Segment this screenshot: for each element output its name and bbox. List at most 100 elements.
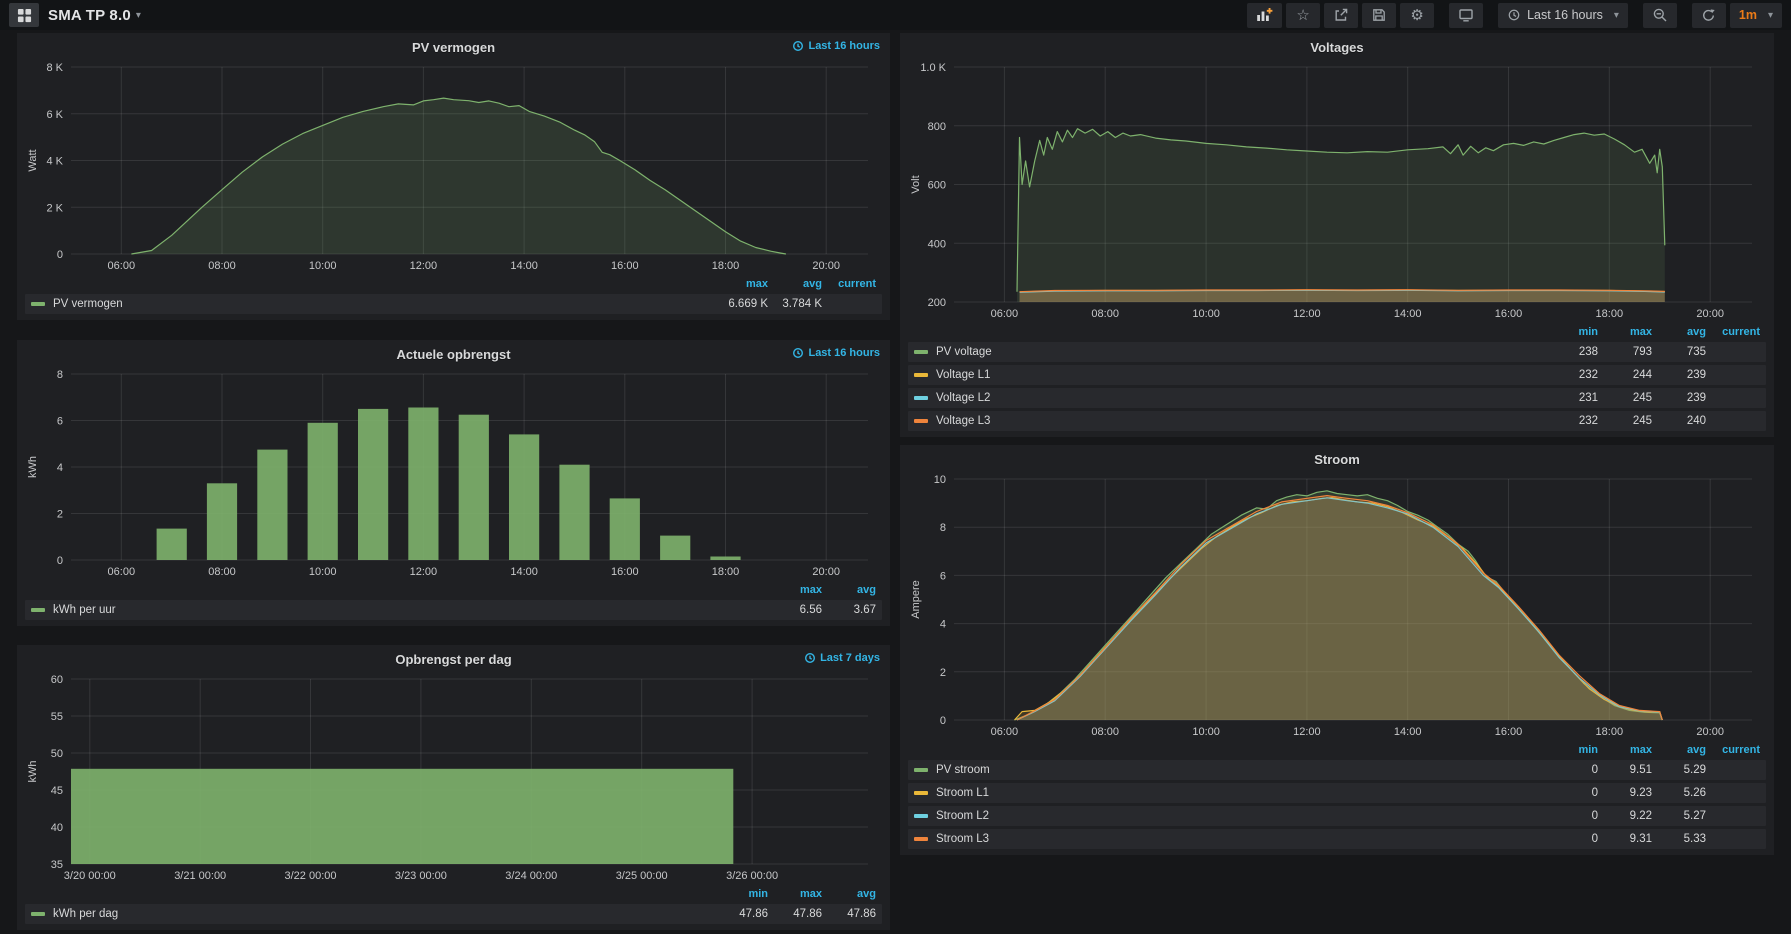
svg-text:18:00: 18:00 (1596, 308, 1624, 320)
series-name[interactable]: PV voltage (936, 346, 992, 358)
series-color-swatch[interactable] (914, 373, 928, 377)
svg-text:08:00: 08:00 (208, 566, 236, 578)
legend-value: 0 (1591, 810, 1598, 822)
series-name[interactable]: Voltage L2 (936, 392, 990, 404)
series-name[interactable]: kWh per uur (53, 604, 116, 616)
legend-sort-avg[interactable]: avg (822, 888, 876, 900)
svg-text:400: 400 (928, 238, 946, 250)
voltages-chart[interactable]: 200 400 600 800 1.0 K 06:00 08:00 10:00 12:00 14:… (908, 59, 1766, 322)
panel-time-override: Last 7 days (804, 652, 880, 664)
dashboard-settings-button[interactable]: ⚙ (1400, 2, 1435, 28)
svg-text:0: 0 (57, 555, 63, 567)
series-name[interactable]: Stroom L3 (936, 833, 989, 845)
panel-title[interactable]: Stroom (1314, 452, 1360, 467)
legend-value: 244 (1632, 369, 1652, 381)
svg-text:3/22 00:00: 3/22 00:00 (285, 870, 337, 882)
legend-value: 5.26 (1683, 787, 1706, 799)
legend-sort-min[interactable]: min (1544, 326, 1598, 338)
pv-vermogen-chart[interactable]: 0 2 K 4 K 6 K 8 K 06:00 08:00 10:00 12:00 14:00 16… (25, 59, 882, 274)
time-picker-button[interactable]: Last 16 hours ▾ (1498, 2, 1628, 28)
svg-text:Ampere: Ampere (910, 580, 922, 619)
panel-header: Voltages (908, 36, 1766, 59)
svg-text:18:00: 18:00 (712, 260, 740, 272)
save-dashboard-button[interactable] (1362, 2, 1397, 28)
series-color-swatch[interactable] (914, 837, 928, 841)
svg-text:20:00: 20:00 (1696, 308, 1724, 320)
legend-sort-avg[interactable]: avg (1652, 326, 1706, 338)
panel-pv-vermogen: PV vermogen Last 16 hours 02 K4 K6 K8 K0… (17, 33, 890, 320)
refresh-interval-label: 1m (1738, 8, 1757, 22)
series-color-swatch[interactable] (31, 912, 45, 916)
add-panel-button[interactable] (1247, 2, 1283, 28)
legend-sort-max[interactable]: max (1598, 744, 1652, 756)
series-name[interactable]: Voltage L3 (936, 415, 990, 427)
svg-text:06:00: 06:00 (108, 260, 136, 272)
refresh-button[interactable] (1691, 2, 1726, 28)
series-name[interactable]: PV vermogen (53, 298, 123, 310)
legend-sort-min[interactable]: min (1544, 744, 1598, 756)
legend-sort-max[interactable]: max (768, 888, 822, 900)
svg-text:3/24 00:00: 3/24 00:00 (505, 870, 557, 882)
legend-row: Voltage L1 232 244 239 (908, 365, 1766, 385)
series-color-swatch[interactable] (31, 608, 45, 612)
legend-value: 0 (1591, 787, 1598, 799)
panel-title[interactable]: Voltages (1310, 40, 1363, 55)
legend-sort-avg[interactable]: avg (1652, 744, 1706, 756)
legend-value: 245 (1632, 392, 1652, 404)
legend-sort-current[interactable]: current (1706, 744, 1760, 756)
svg-text:14:00: 14:00 (1394, 726, 1422, 738)
svg-text:18:00: 18:00 (1596, 726, 1624, 738)
series-color-swatch[interactable] (914, 350, 928, 354)
series-name[interactable]: Stroom L2 (936, 810, 989, 822)
gear-icon: ⚙ (1410, 6, 1424, 24)
legend-sort-max[interactable]: max (1598, 326, 1652, 338)
svg-text:Volt: Volt (910, 175, 922, 193)
actuele-opbrengst-chart[interactable]: 0 2 4 6 8 06:00 08:00 10:00 12:00 14:00 16:00 18:00… (25, 366, 882, 580)
panel-opbrengst-per-dag: Opbrengst per dag Last 7 days 35 40 45 50 55… (17, 645, 890, 930)
panel-title[interactable]: PV vermogen (412, 40, 495, 55)
svg-text:14:00: 14:00 (510, 260, 538, 272)
panel-title[interactable]: Opbrengst per dag (395, 652, 511, 667)
svg-text:12:00: 12:00 (410, 566, 438, 578)
legend-row: kWh per uur 6.56 3.67 (25, 600, 882, 620)
refresh-interval-dropdown[interactable]: 1m ▾ (1729, 2, 1782, 28)
legend-sort-avg[interactable]: avg (768, 278, 822, 290)
series-color-swatch[interactable] (914, 814, 928, 818)
svg-text:14:00: 14:00 (510, 566, 538, 578)
legend-sort-max[interactable]: max (768, 584, 822, 596)
legend-sort-current[interactable]: current (1706, 326, 1760, 338)
legend-sort-current[interactable]: current (822, 278, 876, 290)
zoom-out-button[interactable] (1642, 2, 1677, 28)
star-dashboard-button[interactable]: ☆ (1286, 2, 1321, 28)
share-dashboard-button[interactable] (1324, 2, 1359, 28)
legend-sort-min[interactable]: min (714, 888, 768, 900)
dashboard-title-dropdown[interactable]: SMA TP 8.0 ▾ (48, 7, 141, 24)
series-color-swatch[interactable] (31, 302, 45, 306)
legend-row: kWh per dag 47.86 47.86 47.86 (25, 904, 882, 924)
svg-text:10:00: 10:00 (309, 566, 337, 578)
series-color-swatch[interactable] (914, 396, 928, 400)
legend-value: 5.29 (1683, 764, 1706, 776)
legend-row: Stroom L1 0 9.23 5.26 (908, 783, 1766, 803)
series-color-swatch[interactable] (914, 768, 928, 772)
opbrengst-per-dag-chart[interactable]: 35 40 45 50 55 60 3/20 00:00 3/21 00:00 3/22 00:… (25, 671, 882, 884)
legend-row: Stroom L2 0 9.22 5.27 (908, 806, 1766, 826)
series-name[interactable]: kWh per dag (53, 908, 118, 920)
series-name[interactable]: PV stroom (936, 764, 990, 776)
navbar-left: SMA TP 8.0 ▾ (9, 3, 141, 27)
legend-sort-max[interactable]: max (714, 278, 768, 290)
series-color-swatch[interactable] (914, 791, 928, 795)
series-color-swatch[interactable] (914, 419, 928, 423)
dashboard-title: SMA TP 8.0 (48, 6, 131, 24)
panel-title[interactable]: Actuele opbrengst (396, 347, 510, 362)
series-name[interactable]: Stroom L1 (936, 787, 989, 799)
dashboard-picker-button[interactable] (9, 3, 39, 27)
svg-text:16:00: 16:00 (1495, 308, 1523, 320)
svg-text:16:00: 16:00 (611, 260, 639, 272)
svg-text:4 K: 4 K (46, 156, 63, 168)
stroom-chart[interactable]: 0 2 4 6 8 10 06:00 08:00 10:00 12:00 14:00 16:00 18:… (908, 471, 1766, 740)
clock-icon (1507, 8, 1521, 22)
legend-sort-avg[interactable]: avg (822, 584, 876, 596)
series-name[interactable]: Voltage L1 (936, 369, 990, 381)
cycle-view-mode-button[interactable] (1449, 2, 1484, 28)
